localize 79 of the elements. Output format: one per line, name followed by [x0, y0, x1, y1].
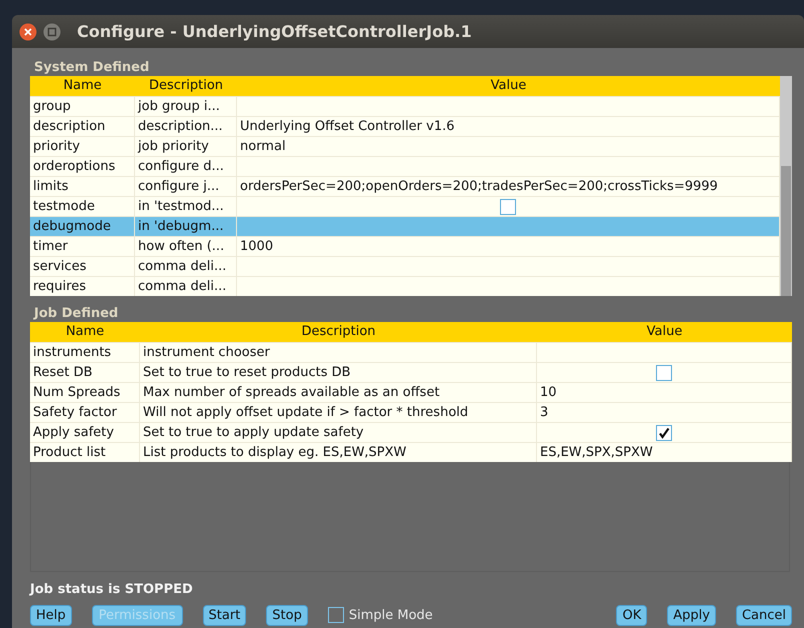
table-cell-text: Apply safety — [33, 424, 114, 442]
table-cell-text: comma deli... — [138, 278, 226, 296]
column-header: Value — [490, 78, 526, 93]
table-cell-text: Max number of spreads available as an offset — [143, 384, 440, 402]
table-row[interactable]: timer how often (... 1000 — [30, 236, 780, 256]
close-icon[interactable] — [19, 22, 37, 40]
table-cell-text: job priority — [138, 138, 209, 156]
table-row[interactable]: debugmode in 'debugm... — [30, 216, 780, 236]
table-row[interactable]: limits configure j... ordersPerSec=200;openOrders=200;tradesPerSec=200;crossTicks=9999 — [30, 176, 780, 196]
scrollbar[interactable] — [780, 76, 792, 296]
table-cell-text: in 'debugm... — [138, 218, 224, 236]
table-cell-text: services — [33, 258, 86, 276]
table-cell-text: 1000 — [240, 238, 274, 256]
table-cell-text: instruments — [33, 344, 112, 362]
status-text: Job status is STOPPED — [30, 582, 194, 599]
checkbox[interactable] — [500, 198, 516, 214]
table-cell-text: Will not apply offset update if > factor * threshold — [143, 404, 468, 422]
table-row[interactable]: Apply safety Set to true to apply update safety — [30, 422, 792, 442]
table-cell-text: group — [33, 98, 71, 116]
table-row[interactable]: requires comma deli... — [30, 276, 780, 296]
table-cell-text: Underlying Offset Controller v1.6 — [240, 118, 455, 136]
table-cell-text: Safety factor — [33, 404, 117, 422]
checkbox[interactable] — [328, 607, 344, 623]
table-cell-text: how often (... — [138, 238, 224, 256]
table-cell-text: in 'testmod... — [138, 198, 224, 216]
table-cell-text: Num Spreads — [33, 384, 120, 402]
table-cell-text: debugmode — [33, 218, 111, 236]
dialog-button[interactable]: Help — [30, 604, 72, 626]
table-cell-text: limits — [33, 178, 68, 196]
table-row[interactable]: instruments instrument chooser — [30, 342, 792, 362]
table-row[interactable]: testmode in 'testmod... — [30, 196, 780, 216]
maximize-icon[interactable] — [43, 22, 61, 40]
table-cell-text: configure d... — [138, 158, 224, 176]
table-row[interactable]: group job group i... — [30, 96, 780, 116]
section-title: System Defined — [33, 59, 150, 76]
table-cell-text: Product list — [33, 444, 106, 462]
table-row[interactable]: priority job priority normal — [30, 136, 780, 156]
table-cell-text: 3 — [540, 404, 548, 422]
checkbox[interactable] — [656, 424, 672, 440]
column-header: Description — [301, 324, 376, 339]
section-title: Job Defined — [32, 305, 120, 322]
dialog-button[interactable]: Apply — [667, 604, 716, 626]
table-row[interactable]: Num Spreads Max number of spreads available as an offset 10 — [30, 382, 792, 402]
table-cell-text: configure j... — [138, 178, 220, 196]
table-cell-text: priority — [33, 138, 80, 156]
table-cell-text: ES,EW,SPX,SPXW — [540, 444, 653, 462]
column-header: Name — [63, 78, 102, 93]
table-cell-text: normal — [240, 138, 286, 156]
dialog-button[interactable]: OK — [616, 604, 648, 626]
table-row[interactable]: Product list List products to display eg. ES,EW,SPXW ES,EW,SPX,SPXW — [30, 442, 792, 462]
table-cell-text: description — [33, 118, 106, 136]
checkbox-label[interactable]: Simple Mode — [348, 608, 433, 622]
table-cell-text: job group i... — [138, 98, 220, 116]
table-cell-text: testmode — [33, 198, 95, 216]
table-cell-text: List products to display eg. ES,EW,SPXW — [143, 444, 406, 462]
window-title: Configure - UnderlyingOffsetControllerJob.1 — [77, 22, 472, 41]
table-cell-text: comma deli... — [138, 258, 226, 276]
dialog-button[interactable]: Cancel — [736, 604, 792, 626]
table-row[interactable]: description description... Underlying Offset Controller v1.6 — [30, 116, 780, 136]
table-row[interactable]: orderoptions configure d... — [30, 156, 780, 176]
table-cell-text: ordersPerSec=200;openOrders=200;tradesPerSec=200;crossTicks=9999 — [240, 178, 718, 196]
column-header: Value — [646, 324, 682, 339]
table-cell-text: Reset DB — [33, 364, 92, 382]
column-header: Description — [148, 78, 224, 93]
checkbox[interactable] — [656, 364, 672, 380]
table-cell-text: timer — [33, 238, 68, 256]
table-cell-text: description... — [138, 118, 223, 136]
table-row[interactable]: services comma deli... — [30, 256, 780, 276]
table-cell-text: requires — [33, 278, 86, 296]
table-row[interactable]: Safety factor Will not apply offset update if > factor * threshold 3 — [30, 402, 792, 422]
table-cell-text: Set to true to apply update safety — [143, 424, 364, 442]
table-cell-text: orderoptions — [33, 158, 116, 176]
table-cell-text: Set to true to reset products DB — [143, 364, 351, 382]
table-cell-text: 10 — [540, 384, 557, 402]
table-row[interactable]: Reset DB Set to true to reset products DB — [30, 362, 792, 382]
table-cell-text: instrument chooser — [143, 344, 270, 362]
dialog-button[interactable]: Start — [202, 604, 246, 626]
column-header: Name — [66, 324, 104, 339]
dialog-button[interactable]: Stop — [266, 604, 308, 626]
